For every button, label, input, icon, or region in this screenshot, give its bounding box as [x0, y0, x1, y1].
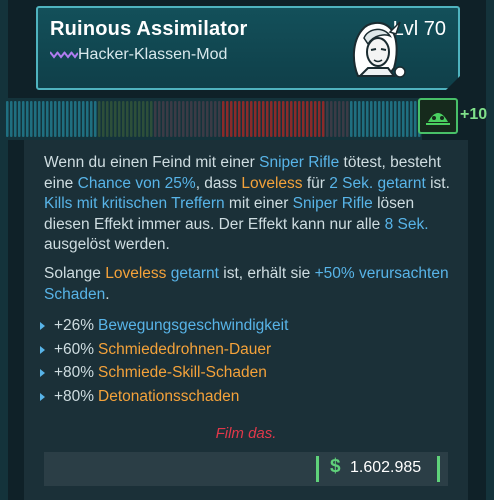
description-segment: Loveless: [105, 265, 167, 282]
description-paragraph-1: Wenn du einen Feind mit einer Sniper Rif…: [44, 153, 458, 256]
anoint-tag: +10: [460, 106, 488, 123]
hacker-portrait-icon: [352, 21, 406, 78]
frame-edge-right: [486, 0, 494, 500]
green-skull-icon: [426, 113, 450, 125]
frame-edge-left: [0, 0, 8, 500]
description-segment: ausgelöst werden.: [44, 236, 170, 253]
description-segment: getarnt: [170, 265, 219, 282]
stat-row: +26% Bewegungsgeschwindigkeit: [40, 317, 460, 341]
description-segment: mit einer: [224, 195, 293, 212]
stat-row: +80% Schmiede-Skill-Schaden: [40, 364, 460, 388]
stat-value: +60%: [54, 340, 95, 358]
anoint-bar: [4, 98, 422, 140]
anoint-icon-frame[interactable]: [418, 98, 458, 134]
description-segment: .: [105, 285, 110, 303]
description-segment: Sniper Rifle: [259, 154, 340, 171]
stat-label: Schmiede-Skill-Schaden: [98, 364, 267, 381]
description-segment: ist, erhält sie: [218, 265, 315, 282]
stat-label: Bewegungsgeschwindigkeit: [98, 317, 289, 334]
bullet-triangle-icon: [40, 322, 45, 330]
stat-label: Schmiededrohnen-Dauer: [98, 340, 272, 358]
bullet-triangle-icon: [40, 369, 45, 377]
purple-chevrons-icon: [50, 51, 78, 59]
stat-row: +60% Schmiededrohnen-Dauer: [40, 341, 460, 365]
item-card: Ruinous Assimilator Lvl 70 Hacker-Klasse…: [0, 0, 494, 500]
stat-value: +26%: [54, 317, 95, 334]
description-segment: ist.: [425, 174, 450, 192]
stat-label: Detonationsschaden: [98, 387, 240, 405]
stat-row: +80% Detonationsschaden: [40, 388, 460, 412]
description-segment: Solange: [44, 265, 106, 282]
description-segment: , dass: [195, 174, 242, 192]
description-segment: Wenn du einen Feind mit einer: [44, 154, 260, 171]
dollar-icon: $: [330, 456, 341, 477]
description-segment: Chance von 25%: [77, 174, 196, 192]
description-segment: Loveless: [241, 174, 303, 192]
description-segment: Sniper Rifle: [292, 195, 373, 212]
description-segment: 8 Sek.: [384, 215, 429, 233]
stat-value: +80%: [54, 364, 95, 381]
item-price: 1.602.985: [350, 459, 422, 476]
description-segment: 2 Sek. getarnt: [329, 174, 426, 192]
item-header: Ruinous Assimilator Lvl 70 Hacker-Klasse…: [36, 6, 460, 90]
description-segment: für: [302, 174, 330, 192]
stat-value: +80%: [54, 387, 95, 405]
bullet-triangle-icon: [40, 392, 45, 401]
item-name: Ruinous Assimilator: [50, 18, 248, 40]
stat-list: +26% Bewegungsgeschwindigkeit +60% Schmiede…: [40, 317, 460, 411]
bullet-triangle-icon: [40, 345, 45, 354]
flavor-text: Film das.: [215, 425, 277, 442]
description-paragraph-2: Solange Loveless getarnt ist, erhält sie…: [44, 264, 458, 305]
description-segment: Kills mit kritischen Treffern: [44, 195, 225, 212]
item-type: Hacker-Klassen-Mod: [78, 46, 228, 63]
